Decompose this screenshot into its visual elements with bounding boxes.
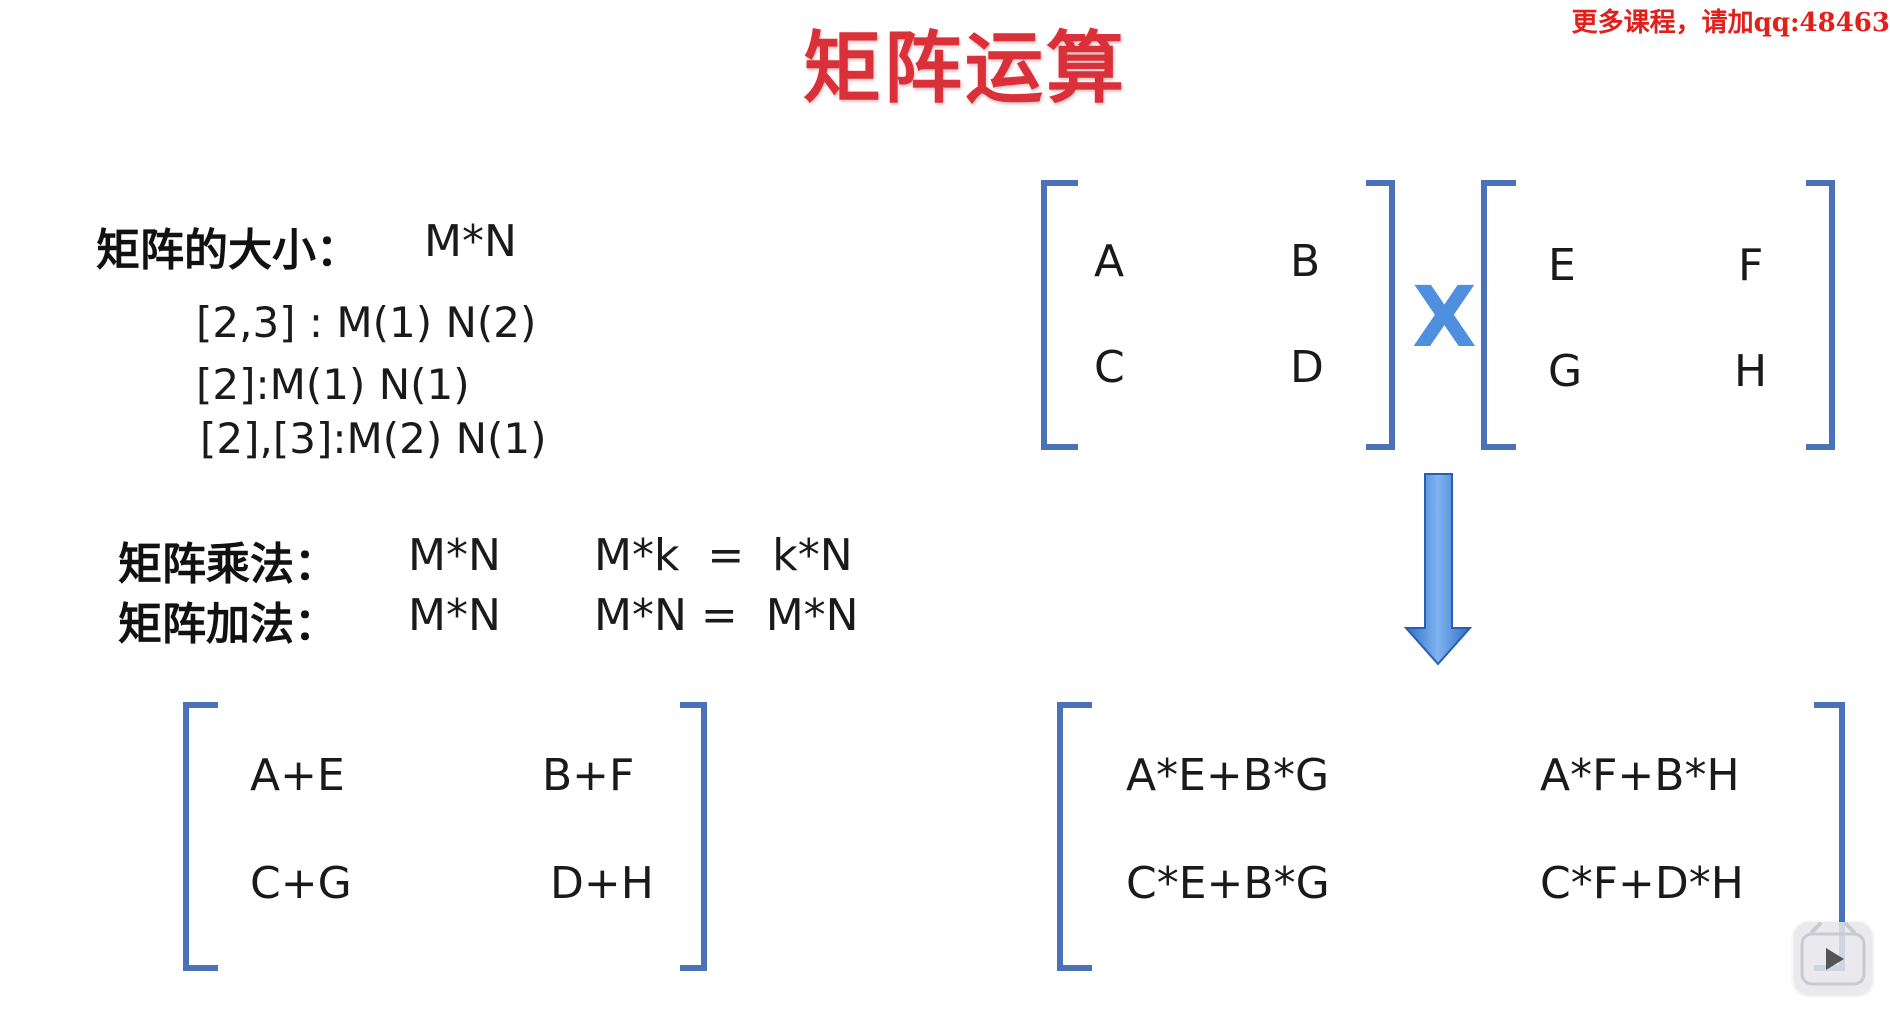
matrix-b-cell: E: [1548, 240, 1576, 291]
matrix-a-cell: D: [1290, 342, 1324, 393]
down-arrow: [1403, 473, 1473, 666]
sum-matrix-cell: A+E: [250, 750, 345, 801]
video-play-button[interactable]: [1794, 922, 1872, 994]
sum-right-bracket: [680, 702, 707, 971]
product-left-bracket: [1057, 702, 1092, 971]
multiply-x-symbol: X: [1412, 268, 1477, 366]
matrix-a-left-bracket: [1041, 180, 1078, 450]
matrix-b-cell: G: [1548, 346, 1583, 397]
sum-matrix-cell: C+G: [250, 858, 352, 909]
matrix-a-cell: A: [1094, 236, 1125, 287]
play-icon: [1800, 922, 1866, 986]
product-matrix-cell: A*F+B*H: [1540, 750, 1740, 801]
matrix-b-left-bracket: [1481, 180, 1516, 450]
sum-left-bracket: [183, 702, 218, 971]
product-matrix-cell: C*E+B*G: [1126, 858, 1330, 909]
matrix-a-right-bracket: [1366, 180, 1395, 450]
sum-matrix-cell: B+F: [542, 750, 635, 801]
matrix-a-cell: B: [1290, 236, 1321, 287]
matrix-a-cell: C: [1094, 342, 1125, 393]
product-matrix-cell: A*E+B*G: [1126, 750, 1330, 801]
matrix-b-cell: H: [1734, 346, 1768, 397]
product-matrix-cell: C*F+D*H: [1540, 858, 1744, 909]
matrix-b-right-bracket: [1806, 180, 1835, 450]
matrix-b-cell: F: [1738, 240, 1764, 291]
sum-matrix-cell: D+H: [550, 858, 654, 909]
